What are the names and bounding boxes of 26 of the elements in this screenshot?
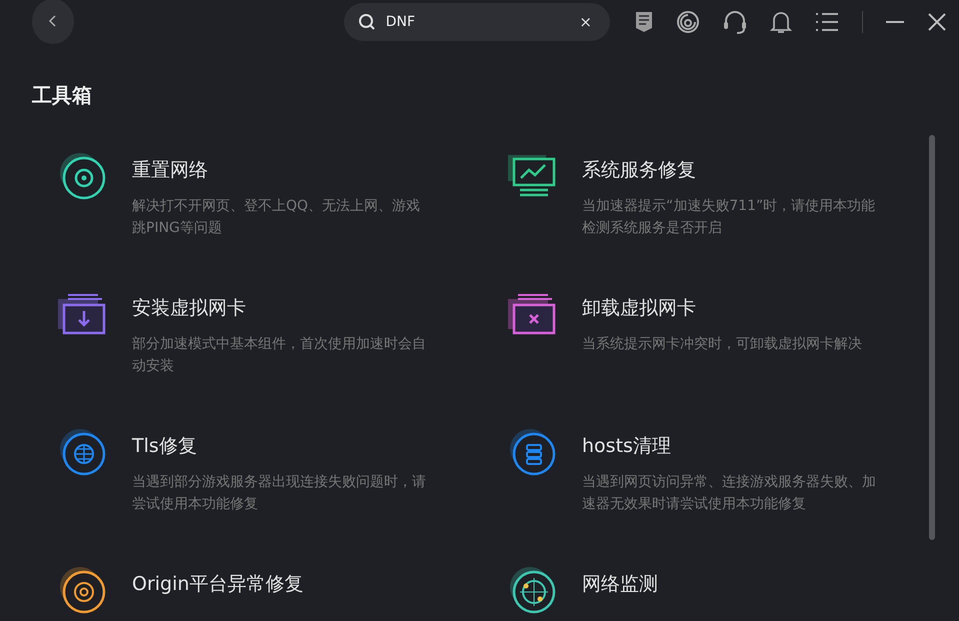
headset-icon[interactable]	[722, 9, 748, 35]
tool-description: 当加速器提示“加速失败711”时，请使用本功能检测系统服务是否开启	[582, 197, 876, 238]
menu-icon[interactable]	[814, 11, 840, 33]
tool-title[interactable]: hosts清理	[582, 433, 882, 459]
tool-description: 部分加速模式中基本组件，首次使用加速时会自动安装	[132, 335, 427, 376]
bell-icon[interactable]	[770, 10, 792, 34]
shield-icon[interactable]	[634, 11, 654, 33]
tool-title[interactable]: 网络监测	[582, 571, 882, 597]
tool-title[interactable]: 卸载虚拟网卡	[582, 295, 882, 321]
search-field[interactable]: DNF ×	[344, 3, 610, 41]
tool-title[interactable]: 安装虚拟网卡	[132, 295, 432, 321]
tool-description: 解决打不开网页、登不上QQ、无法上网、游戏跳PING等问题	[132, 197, 422, 238]
tool-description: 当系统提示网卡冲突时，可卸载虚拟网卡解决	[582, 335, 863, 354]
clear-button[interactable]: ×	[579, 13, 592, 31]
tool-title[interactable]: 重置网络	[132, 157, 432, 183]
close-icon[interactable]	[927, 12, 947, 32]
tool-title[interactable]: Tls修复	[132, 433, 432, 459]
search-icon	[358, 13, 376, 31]
tool-description: 当遇到网页访问异常、连接游戏服务器失败、加速器无效果时请尝试使用本功能修复	[582, 473, 877, 514]
tool-title[interactable]: 系统服务修复	[582, 157, 882, 183]
tool-description: 当遇到部分游戏服务器出现连接失败问题时，请尝试使用本功能修复	[132, 473, 427, 514]
scrollbar-thumb[interactable]	[929, 135, 935, 540]
swirl-icon[interactable]	[676, 10, 700, 34]
section-title: 工具箱	[32, 82, 93, 109]
tool-title[interactable]: Origin平台异常修复	[132, 571, 432, 597]
chevron-left-icon	[48, 14, 58, 28]
